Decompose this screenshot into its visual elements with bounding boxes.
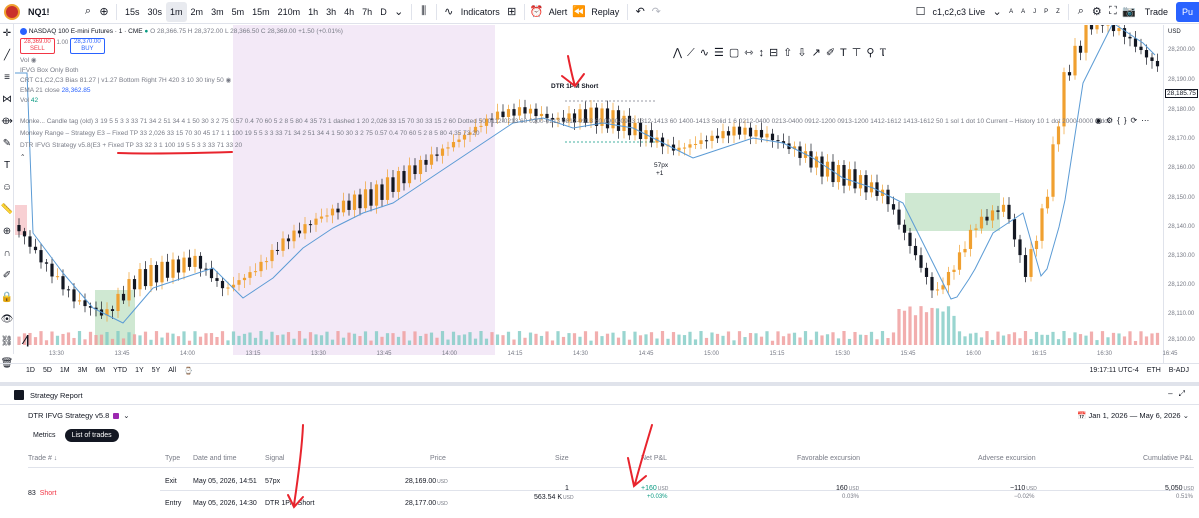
red-arrow-signal (287, 424, 304, 509)
red-arrow-chart (561, 55, 585, 88)
red-annotation-overlay (117, 55, 653, 509)
red-underline-strategy (117, 151, 233, 155)
red-arrow-pnl (627, 424, 653, 488)
